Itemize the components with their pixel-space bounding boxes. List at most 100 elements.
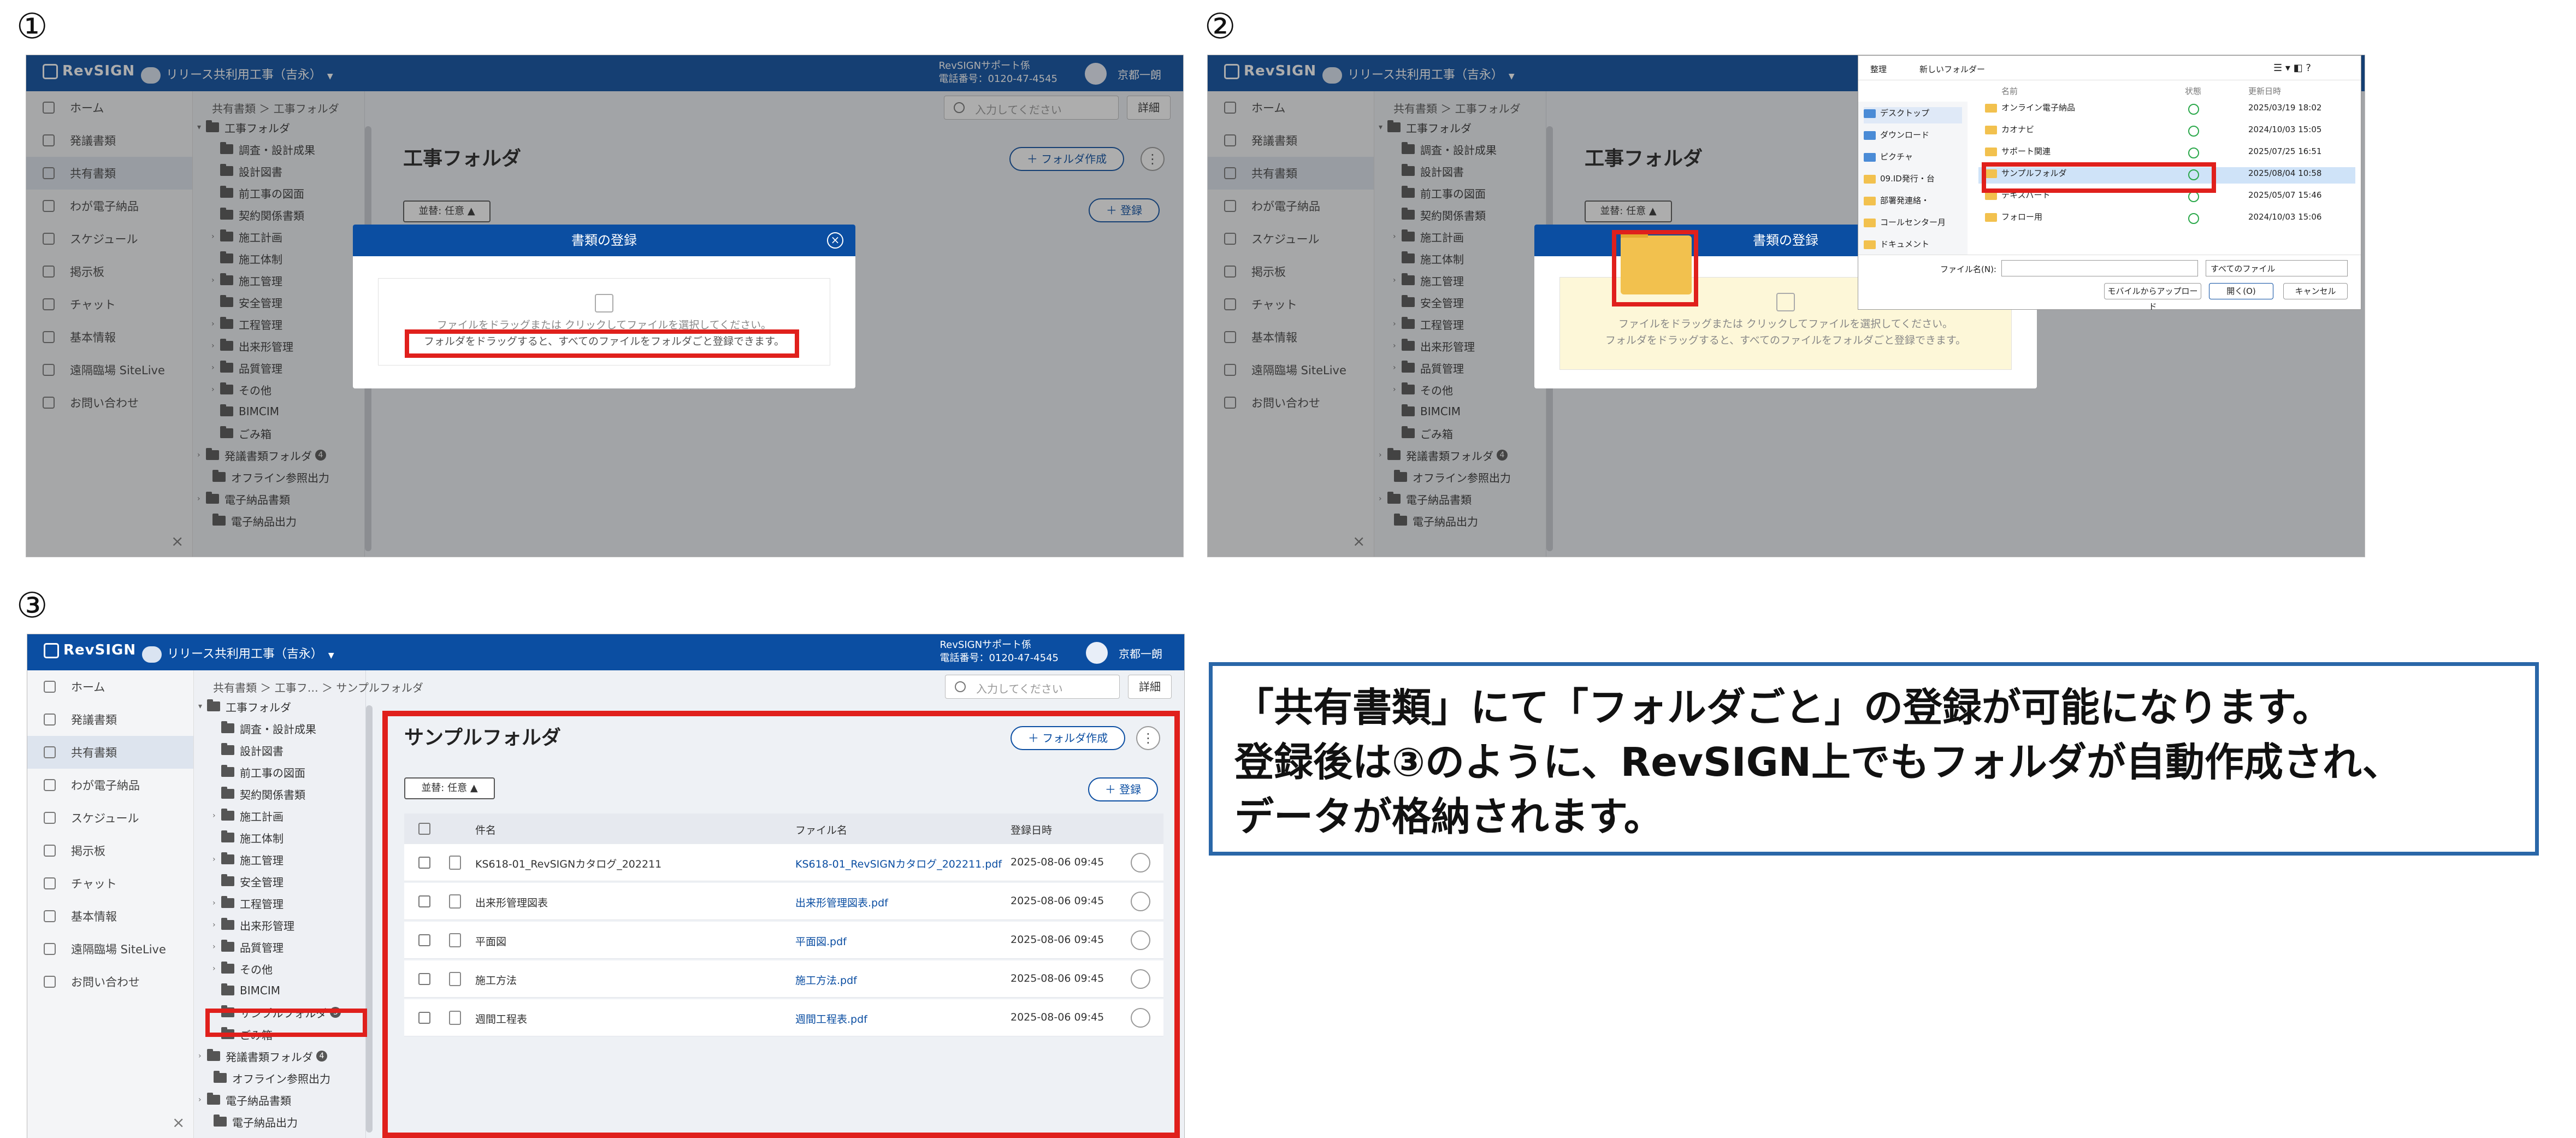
nav-item-7[interactable]: チャット	[27, 867, 193, 900]
revsign-logo[interactable]: RevSIGN	[44, 642, 136, 658]
select-all-checkbox[interactable]	[418, 823, 430, 835]
file-type-select[interactable]: すべてのファイル	[2206, 260, 2348, 276]
row-file-link[interactable]: 施工方法.pdf	[795, 972, 857, 987]
file-row[interactable]: サポート関連 2025/07/25 16:51	[1978, 145, 2355, 162]
create-folder-button[interactable]: ＋ フォルダ作成	[1011, 726, 1125, 750]
folder-icon	[1864, 240, 1876, 249]
tree-folder-7[interactable]: › 施工管理	[194, 848, 365, 870]
quick-access-item[interactable]: ダウンロード	[1864, 129, 1962, 145]
row-subject: 週間工程表	[475, 1013, 528, 1025]
copy-icon[interactable]	[1131, 1008, 1150, 1028]
quick-access-item[interactable]: ドキュメント	[1864, 238, 1962, 255]
callout-line3: データが格納されます。	[1234, 794, 1663, 840]
copy-icon[interactable]	[1131, 930, 1150, 950]
tree-folder-5[interactable]: › 施工計画	[194, 805, 365, 827]
tree-folder-11[interactable]: › 品質管理	[194, 936, 365, 958]
tree-folder-2[interactable]: 設計図書	[194, 739, 365, 761]
row-checkbox[interactable]	[418, 934, 430, 946]
file-row[interactable]: フォロー用 2024/10/03 15:06	[1978, 211, 2355, 227]
tree-folder-3[interactable]: 前工事の図面	[194, 761, 365, 783]
upload-from-mobile-button[interactable]: モバイルからアップロード	[2104, 283, 2201, 311]
row-checkbox[interactable]	[418, 895, 430, 907]
tree-folder-12[interactable]: › その他	[194, 958, 365, 980]
column-header: 件名	[475, 824, 497, 836]
tree-folder-1[interactable]: 調査・設計成果	[194, 717, 365, 739]
row-file-link[interactable]: 週間工程表.pdf	[795, 1011, 867, 1026]
tree-folder-9-label: 工程管理	[240, 897, 283, 911]
tree-folder-13[interactable]: BIMCIM	[194, 980, 365, 1001]
tree-e-delivery-docs[interactable]: › 電子納品書類	[194, 1089, 365, 1111]
tree-folder-4[interactable]: 契約関係書類	[194, 783, 365, 805]
register-button[interactable]: ＋ 登録	[1088, 777, 1158, 801]
tree-folder-10[interactable]: › 出来形管理	[194, 914, 365, 936]
table-row[interactable]: 施工方法 施工方法.pdf 2025-08-06 09:45	[404, 960, 1163, 998]
tree-root[interactable]: ▾ 工事フォルダ	[194, 695, 365, 717]
user-name[interactable]: 京都一朗	[1119, 645, 1162, 661]
nav-item-2[interactable]: 発議書類	[27, 703, 193, 736]
table-row[interactable]: KS618-01_RevSIGNカタログ_202211 KS618-01_RevS…	[404, 844, 1163, 881]
quick-access-item[interactable]: コールセンター月	[1864, 216, 1962, 233]
table-row[interactable]: 週間工程表 週間工程表.pdf 2025-08-06 09:45	[404, 999, 1163, 1036]
sync-check-icon	[2188, 148, 2199, 158]
quick-access-label: コールセンター月	[1880, 217, 1946, 227]
nav-item-8[interactable]: 基本情報	[27, 900, 193, 933]
search-input[interactable]: 入力してください	[945, 675, 1120, 699]
nav-item-3[interactable]: 共有書類	[27, 736, 193, 769]
cancel-button[interactable]: キャンセル	[2283, 283, 2348, 299]
more-icon[interactable]: ⋮	[1136, 726, 1160, 750]
close-icon[interactable]: ×	[827, 232, 843, 249]
quick-access-item[interactable]: 09.ID発行・台	[1864, 173, 1962, 189]
filename-label: ファイル名(N):	[1940, 264, 1996, 274]
nav-item-9[interactable]: 遠隔臨場 SiteLive	[27, 933, 193, 965]
avatar[interactable]	[1086, 642, 1108, 664]
nav-item-1[interactable]: ホーム	[27, 670, 193, 703]
folder-icon	[1985, 125, 1997, 134]
row-checkbox[interactable]	[418, 973, 430, 985]
support-phone: 電話番号：0120-47-4545	[940, 652, 1059, 664]
row-file-link[interactable]: 平面図.pdf	[795, 934, 847, 948]
tree-offline-export[interactable]: オフライン参照出力	[194, 1067, 365, 1089]
row-checkbox[interactable]	[418, 857, 430, 869]
tree-folder-8[interactable]: 安全管理	[194, 870, 365, 892]
quick-access-label: 部署発連絡・	[1880, 196, 1930, 205]
nav-label: 発議書類	[71, 714, 117, 727]
quick-access-item[interactable]: ピクチャ	[1864, 151, 1962, 167]
organize-menu[interactable]: 整理	[1870, 63, 1887, 80]
detail-button[interactable]: 詳細	[1128, 675, 1172, 699]
copy-icon[interactable]	[1131, 853, 1150, 872]
row-checkbox[interactable]	[418, 1012, 430, 1024]
quick-access-item[interactable]: 部署発連絡・	[1864, 194, 1962, 211]
copy-icon[interactable]	[1131, 969, 1150, 989]
copy-icon[interactable]	[1131, 892, 1150, 911]
nav-item-4[interactable]: わが電子納品	[27, 769, 193, 801]
nav-item-10[interactable]: お問い合わせ	[27, 965, 193, 998]
folder-icon	[1985, 103, 1997, 113]
file-row[interactable]: オンライン電子納品 2025/03/19 18:02	[1978, 102, 2355, 118]
filename-input[interactable]	[2001, 260, 2198, 276]
new-folder-button[interactable]: 新しいフォルダー	[1919, 63, 1985, 80]
tree-proposal-folder[interactable]: › 発議書類フォルダ 4	[194, 1045, 365, 1067]
tree-folder-9[interactable]: › 工程管理	[194, 892, 365, 914]
row-file-link[interactable]: KS618-01_RevSIGNカタログ_202211.pdf	[795, 856, 1002, 871]
tree-folder-6[interactable]: 施工体制	[194, 827, 365, 848]
tree-e-delivery-export[interactable]: 電子納品出力	[194, 1111, 365, 1133]
nav-item-6[interactable]: 掲示板	[27, 834, 193, 867]
close-icon[interactable]: ×	[172, 1113, 185, 1131]
chevron-icon: ›	[212, 855, 216, 864]
row-file-link[interactable]: 出来形管理図表.pdf	[795, 895, 888, 910]
nav-label: 掲示板	[71, 845, 105, 858]
file-row[interactable]: カオナビ 2024/10/03 15:05	[1978, 123, 2355, 140]
nav-item-5[interactable]: スケジュール	[27, 801, 193, 834]
project-selector[interactable]: リリース共利用工事（吉永） ▼	[142, 644, 334, 663]
file-name: サポート関連	[2001, 146, 2051, 156]
sync-check-icon	[2188, 213, 2199, 224]
tree-scrollbar[interactable]	[366, 705, 373, 1133]
quick-access-item[interactable]: デスクトップ	[1864, 107, 1962, 123]
row-subject: 施工方法	[475, 975, 517, 987]
table-row[interactable]: 平面図 平面図.pdf 2025-08-06 09:45	[404, 922, 1163, 959]
open-button[interactable]: 開く(O)	[2209, 283, 2273, 299]
view-icon[interactable]: ☰ ▾ ◧ ?	[2273, 62, 2311, 79]
sort-button[interactable]: 並替: 任意 ▲	[404, 777, 495, 799]
file-name: オンライン電子納品	[2001, 103, 2076, 113]
table-row[interactable]: 出来形管理図表 出来形管理図表.pdf 2025-08-06 09:45	[404, 883, 1163, 920]
